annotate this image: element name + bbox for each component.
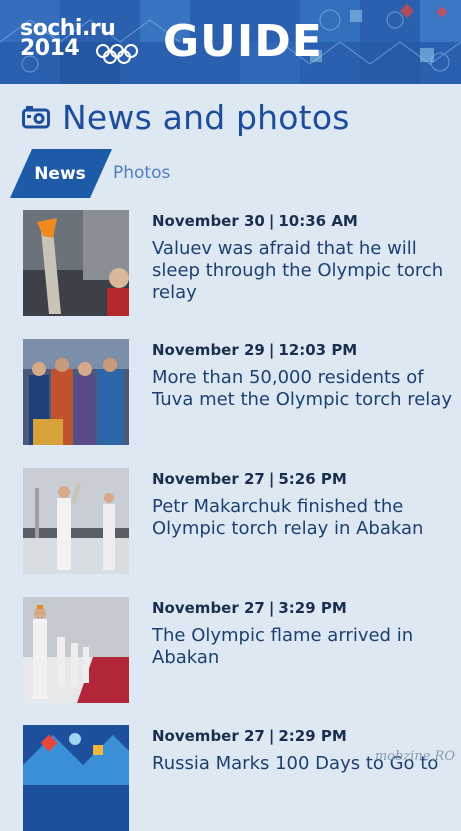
header-banner: sochi.ru 2014 GUIDE	[0, 0, 461, 84]
news-date: November 27 | 3:29 PM	[152, 599, 347, 617]
guide-title: GUIDE	[163, 16, 323, 67]
news-thumbnail	[23, 210, 129, 316]
news-date: November 29 | 12:03 PM	[152, 341, 358, 359]
news-headline: Petr Makarchuk finished the Olympic torc…	[152, 496, 424, 539]
tab-photos[interactable]: Photos	[113, 163, 170, 183]
section-header: News and photos	[22, 92, 350, 142]
news-thumbnail	[23, 597, 129, 703]
news-item[interactable]: November 27 | 2:29 PM Russia Marks 100 Day…	[23, 725, 461, 831]
news-date: November 27 | 2:29 PM	[152, 727, 347, 745]
page-title: News and photos	[62, 97, 350, 137]
news-item[interactable]: November 27 | 3:29 PM The Olympic flame ar…	[23, 597, 461, 703]
news-item[interactable]: November 30 | 10:36 AM Valuev was afraid t…	[23, 210, 461, 316]
news-thumbnail	[23, 468, 129, 574]
news-thumbnail	[23, 725, 129, 831]
news-item[interactable]: November 29 | 12:03 PM More than 50,000 re…	[23, 339, 461, 445]
news-headline: The Olympic flame arrived in Abakan	[152, 625, 414, 668]
camera-icon	[22, 106, 50, 129]
news-item[interactable]: November 27 | 5:26 PM Petr Makarchuk finis…	[23, 468, 461, 574]
news-thumbnail	[23, 339, 129, 445]
news-date: November 30 | 10:36 AM	[152, 212, 358, 230]
watermark: mobzine.RO	[374, 749, 455, 764]
olympic-rings-icon	[96, 44, 138, 64]
tab-news-label: News	[34, 163, 86, 184]
tab-news[interactable]: News	[10, 149, 112, 198]
news-date: November 27 | 5:26 PM	[152, 470, 347, 488]
news-headline: Valuev was afraid that he will sleep thr…	[152, 238, 444, 303]
news-headline: More than 50,000 residents of Tuva met t…	[152, 367, 452, 410]
